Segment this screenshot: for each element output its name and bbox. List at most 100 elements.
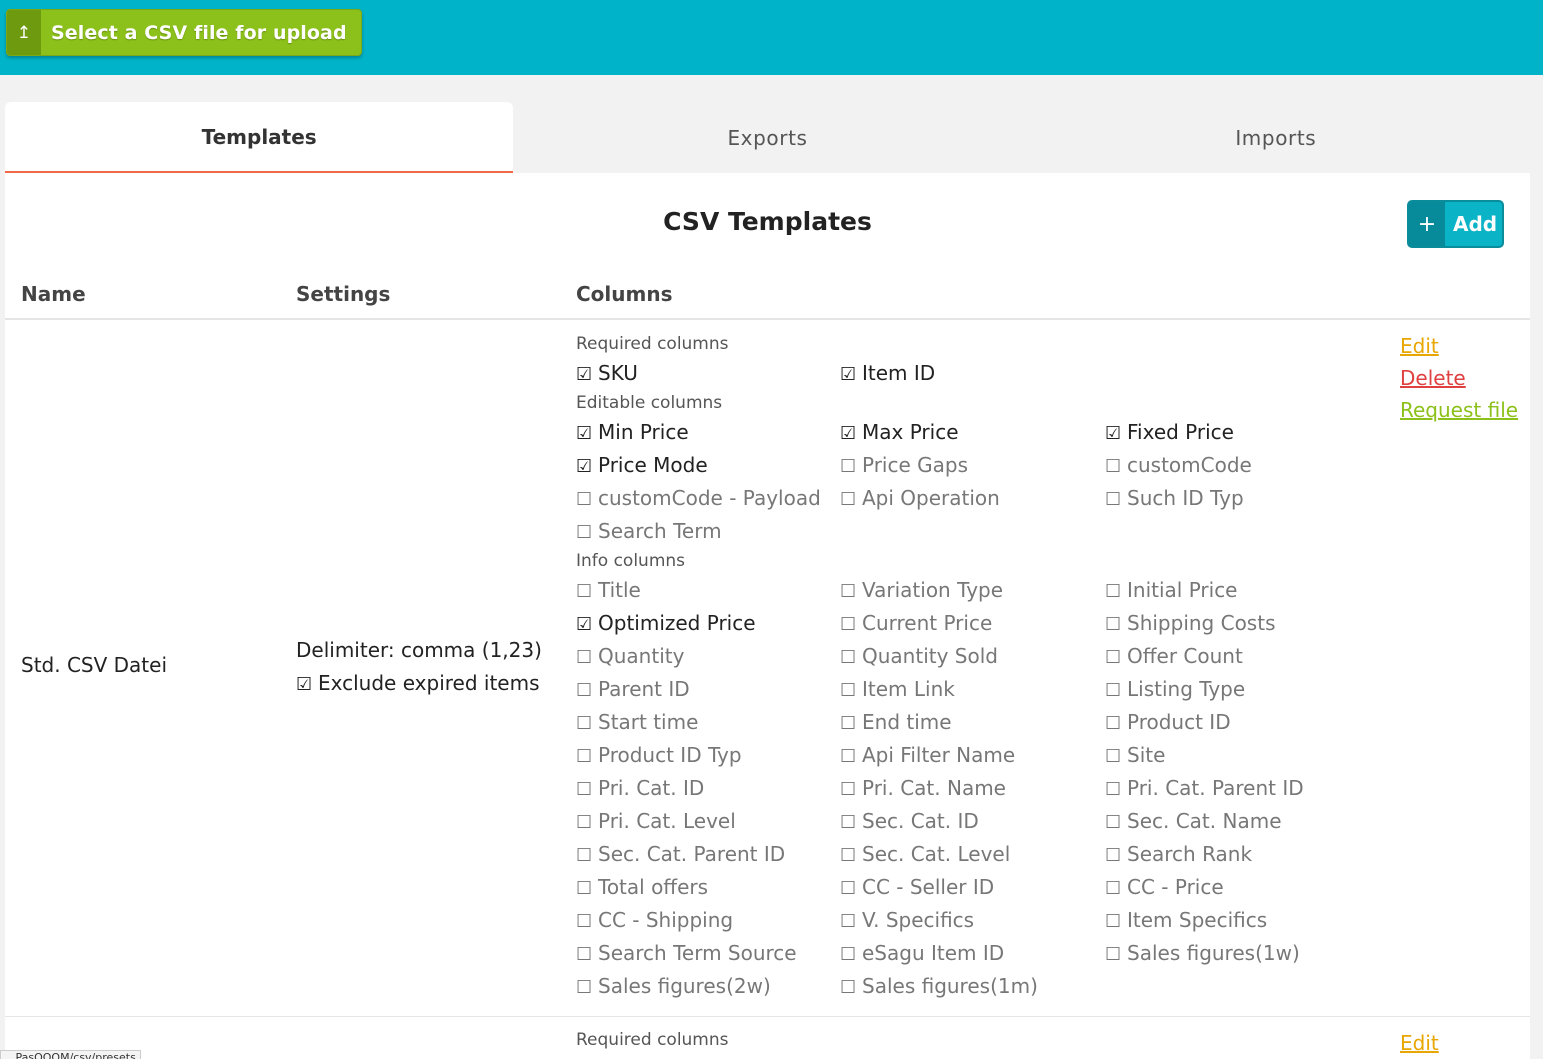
checkbox-unchecked-icon: ☐ xyxy=(840,614,857,635)
column-checkbox[interactable]: ☐ Title xyxy=(576,574,840,607)
checkbox-unchecked-icon: ☐ xyxy=(840,489,857,510)
column-checkbox-label: Sec. Cat. ID xyxy=(862,809,979,833)
column-checkbox[interactable]: ☐ Pri. Cat. Parent ID xyxy=(1105,772,1370,805)
tab-imports[interactable]: Imports xyxy=(1022,102,1530,173)
checkbox-checked-icon: ☑ xyxy=(576,614,593,635)
checkbox-unchecked-icon: ☐ xyxy=(1105,746,1122,767)
column-checkbox-label: Product ID Typ xyxy=(598,743,742,767)
column-checkbox[interactable]: ☐ Shipping Costs xyxy=(1105,607,1370,640)
tab-templates[interactable]: Templates xyxy=(5,102,514,191)
edit-link[interactable]: Edit xyxy=(1400,1027,1439,1059)
status-bar-url: ...PasOOOM/csv/presets xyxy=(0,1050,141,1059)
checkbox-checked-icon: ☑ xyxy=(840,423,857,444)
column-checkbox[interactable]: ☐ Variation Type xyxy=(840,574,1105,607)
column-checkbox[interactable]: ☐ Listing Type xyxy=(1105,673,1370,706)
upload-csv-button[interactable]: ↥ Select a CSV file for upload xyxy=(6,9,362,56)
column-checkbox[interactable]: ☐ Search Rank xyxy=(1105,838,1370,871)
column-checkbox[interactable]: ☐ Sec. Cat. Name xyxy=(1105,805,1370,838)
checkbox-unchecked-icon: ☐ xyxy=(576,647,593,668)
edit-link[interactable]: Edit xyxy=(1400,330,1518,362)
checkbox-unchecked-icon: ☐ xyxy=(576,581,593,602)
tab-exports[interactable]: Exports xyxy=(513,102,1021,173)
column-checkbox[interactable]: ☐ customCode - Payload xyxy=(576,482,840,515)
column-checkbox-label: customCode xyxy=(1127,453,1252,477)
column-checkbox[interactable]: ☑ Fixed Price xyxy=(1105,416,1370,449)
column-checkbox-label: Sec. Cat. Parent ID xyxy=(598,842,786,866)
row-actions: Edit Delete Request file xyxy=(1400,330,1518,426)
column-checkbox[interactable]: ☐ Sec. Cat. Parent ID xyxy=(576,838,840,871)
column-checkbox[interactable]: ☐ Quantity Sold xyxy=(840,640,1105,673)
column-checkbox[interactable]: ☐ Parent ID xyxy=(576,673,840,706)
request-file-link[interactable]: Request file xyxy=(1400,394,1518,426)
column-checkbox-label: Quantity xyxy=(598,644,685,668)
checkbox-unchecked-icon: ☐ xyxy=(576,812,593,833)
column-checkbox-label: SKU xyxy=(598,361,638,385)
column-checkbox-label: Search Term Source xyxy=(598,941,797,965)
column-checkbox[interactable]: ☐ Sales figures(1w) xyxy=(1105,937,1370,970)
column-checkbox[interactable]: ☑ Item ID xyxy=(840,357,1105,390)
column-checkbox[interactable]: ☐ Sec. Cat. ID xyxy=(840,805,1105,838)
column-checkbox[interactable]: ☐ Sales figures(1m) xyxy=(840,970,1105,1003)
checkbox-unchecked-icon: ☐ xyxy=(576,944,593,965)
add-template-button[interactable]: + Add xyxy=(1407,200,1504,248)
column-checkbox[interactable]: ☐ Item Link xyxy=(840,673,1105,706)
checkbox-unchecked-icon: ☐ xyxy=(1105,680,1122,701)
column-checkbox[interactable]: ☑ Min Price xyxy=(576,416,840,449)
checkbox-unchecked-icon: ☐ xyxy=(840,581,857,602)
checkbox-unchecked-icon: ☐ xyxy=(1105,812,1122,833)
column-checkbox-label: eSagu Item ID xyxy=(862,941,1005,965)
column-checkbox[interactable]: ☐ Pri. Cat. Level xyxy=(576,805,840,838)
column-checkbox-label: Shipping Costs xyxy=(1127,611,1276,635)
column-checkbox[interactable]: ☐ Start time xyxy=(576,706,840,739)
delimiter-setting: Delimiter: comma (1,23) xyxy=(296,638,542,662)
column-checkbox-label: Sec. Cat. Name xyxy=(1127,809,1282,833)
checkbox-unchecked-icon: ☐ xyxy=(576,977,593,998)
column-checkbox[interactable]: ☑ SKU xyxy=(576,357,840,390)
column-checkbox-label: Api Filter Name xyxy=(862,743,1016,767)
column-checkbox-label: End time xyxy=(862,710,952,734)
checkbox-unchecked-icon: ☐ xyxy=(1105,944,1122,965)
editable-columns-list: ☑ Min Price ☑ Max Price ☑ Fixed Price ☑ Price M… xyxy=(576,416,1370,548)
column-checkbox[interactable]: ☐ Such ID Typ xyxy=(1105,482,1370,515)
checkbox-unchecked-icon: ☐ xyxy=(576,713,593,734)
column-checkbox-label: Sales figures(1m) xyxy=(862,974,1038,998)
plus-icon: + xyxy=(1409,202,1445,246)
column-checkbox[interactable]: ☐ Offer Count xyxy=(1105,640,1370,673)
column-checkbox[interactable]: ☐ Quantity xyxy=(576,640,840,673)
column-checkbox[interactable]: ☐ End time xyxy=(840,706,1105,739)
column-checkbox[interactable]: ☐ Sales figures(2w) xyxy=(576,970,840,1003)
column-checkbox-label: Sales figures(2w) xyxy=(598,974,771,998)
column-header-columns: Columns xyxy=(576,282,673,306)
column-checkbox[interactable]: ☐ Api Operation xyxy=(840,482,1105,515)
column-checkbox[interactable]: ☐ Search Term Source xyxy=(576,937,840,970)
column-checkbox[interactable]: ☐ Product ID xyxy=(1105,706,1370,739)
column-checkbox[interactable]: ☐ V. Specifics xyxy=(840,904,1105,937)
column-checkbox[interactable]: ☐ Search Term xyxy=(576,515,840,548)
column-checkbox-label: Pri. Cat. Parent ID xyxy=(1127,776,1304,800)
column-checkbox[interactable]: ☐ Price Gaps xyxy=(840,449,1105,482)
column-checkbox[interactable]: ☐ Total offers xyxy=(576,871,840,904)
column-checkbox[interactable]: ☑ Optimized Price xyxy=(576,607,840,640)
column-checkbox[interactable]: ☐ eSagu Item ID xyxy=(840,937,1105,970)
column-checkbox-label: customCode - Payload xyxy=(598,486,821,510)
column-checkbox[interactable]: ☐ Initial Price xyxy=(1105,574,1370,607)
column-checkbox[interactable]: ☐ Pri. Cat. ID xyxy=(576,772,840,805)
column-checkbox[interactable]: ☐ Product ID Typ xyxy=(576,739,840,772)
column-checkbox[interactable]: ☐ customCode xyxy=(1105,449,1370,482)
upload-arrow-icon: ↥ xyxy=(7,10,41,55)
column-checkbox[interactable]: ☐ CC - Price xyxy=(1105,871,1370,904)
column-checkbox[interactable]: ☐ Api Filter Name xyxy=(840,739,1105,772)
template-settings: Delimiter: comma (1,23) ☑ Exclude expired… xyxy=(296,634,542,700)
column-checkbox[interactable]: ☐ Pri. Cat. Name xyxy=(840,772,1105,805)
column-checkbox[interactable]: ☐ CC - Seller ID xyxy=(840,871,1105,904)
column-checkbox[interactable]: ☐ Sec. Cat. Level xyxy=(840,838,1105,871)
column-checkbox[interactable]: ☐ Current Price xyxy=(840,607,1105,640)
delete-link[interactable]: Delete xyxy=(1400,362,1518,394)
column-checkbox[interactable]: ☐ CC - Shipping xyxy=(576,904,840,937)
checkbox-unchecked-icon: ☐ xyxy=(1105,779,1122,800)
column-checkbox[interactable]: ☑ Max Price xyxy=(840,416,1105,449)
checkbox-unchecked-icon: ☐ xyxy=(840,845,857,866)
column-checkbox[interactable]: ☐ Item Specifics xyxy=(1105,904,1370,937)
column-checkbox[interactable]: ☑ Price Mode xyxy=(576,449,840,482)
column-checkbox[interactable]: ☐ Site xyxy=(1105,739,1370,772)
